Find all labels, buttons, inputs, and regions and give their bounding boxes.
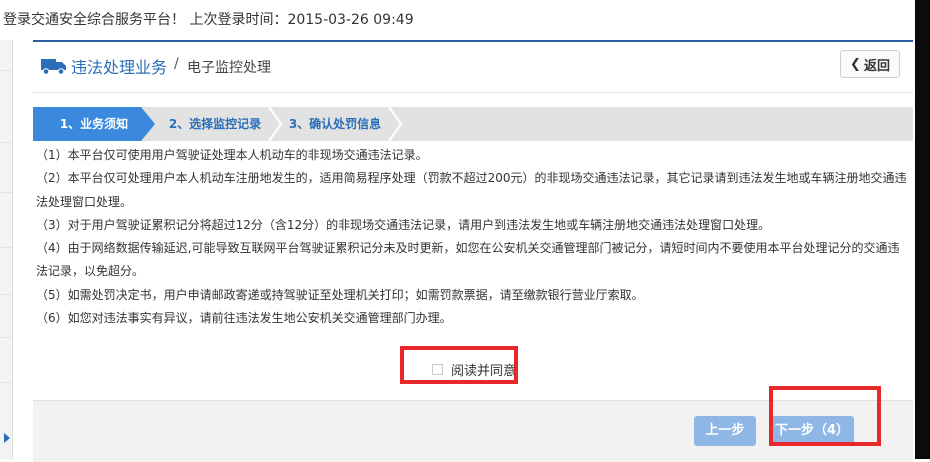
notice-item: （3）对于用户驾驶证累积记分将超过12分（含12分）的非现场交通违法记录，请用户…: [36, 217, 771, 232]
sidebar-divider: [0, 382, 12, 383]
notice-item: （1）本平台仅可使用用户驾驶证处理本人机动车的非现场交通违法记录。: [36, 148, 428, 162]
back-button[interactable]: ❮ 返回: [840, 50, 900, 78]
sidebar-expand-arrow-icon[interactable]: [4, 433, 10, 443]
agree-checkbox[interactable]: [432, 364, 443, 375]
agree-label[interactable]: 阅读并同意: [451, 360, 516, 379]
notice-item: （4）由于网络数据传输延迟,可能导致互联网平台驾驶证累积记分未及时更新，如您在公…: [36, 241, 900, 279]
notice-item: （6）如您对违法事实有异议，请前往违法发生地公安机关交通管理部门办理。: [36, 311, 452, 326]
panel-header: 违法处理业务 / 电子监控处理 ❮ 返回: [33, 42, 913, 93]
truck-icon: [41, 59, 66, 75]
breadcrumb-separator: /: [174, 56, 179, 72]
agree-checkbox-highlight: 阅读并同意: [400, 346, 518, 384]
window-edge: [915, 0, 930, 459]
notice-item: （5）如需处罚决定书，用户申请邮政寄递或持驾驶证至处理机关打印；如需罚款票据，请…: [36, 287, 644, 302]
page-title: 违法处理业务: [71, 58, 168, 77]
step-3-tab: 3、确认处罚信息: [288, 117, 382, 131]
step-progress-bar: 1、业务须知 2、选择监控记录 3、确认处罚信息: [33, 107, 913, 141]
step-divider-icon: [389, 107, 403, 141]
back-button-label: 返回: [863, 58, 890, 74]
sidebar-divider: [0, 142, 12, 143]
chevron-left-icon: ❮: [850, 56, 861, 72]
step-2-tab: 2、选择监控记录: [168, 117, 262, 131]
breadcrumb-current: 电子监控处理: [187, 60, 271, 76]
login-info-bar: 登录交通安全综合服务平台！ 上次登录时间：2015-03-26 09:49: [0, 0, 915, 40]
sidebar-divider: [0, 70, 12, 71]
notice-item: （2）本平台仅可处理用户本人机动车注册地发生的，适用简易程序处理（罚款不超过20…: [36, 171, 907, 209]
prev-step-button[interactable]: 上一步: [694, 416, 756, 446]
sidebar-divider: [0, 337, 12, 338]
step-1-tab: 1、业务须知: [33, 107, 155, 141]
notice-list: （1）本平台仅可使用用户驾驶证处理本人机动车的非现场交通违法记录。 （2）本平台…: [0, 144, 910, 330]
next-button-highlight: [769, 386, 881, 446]
